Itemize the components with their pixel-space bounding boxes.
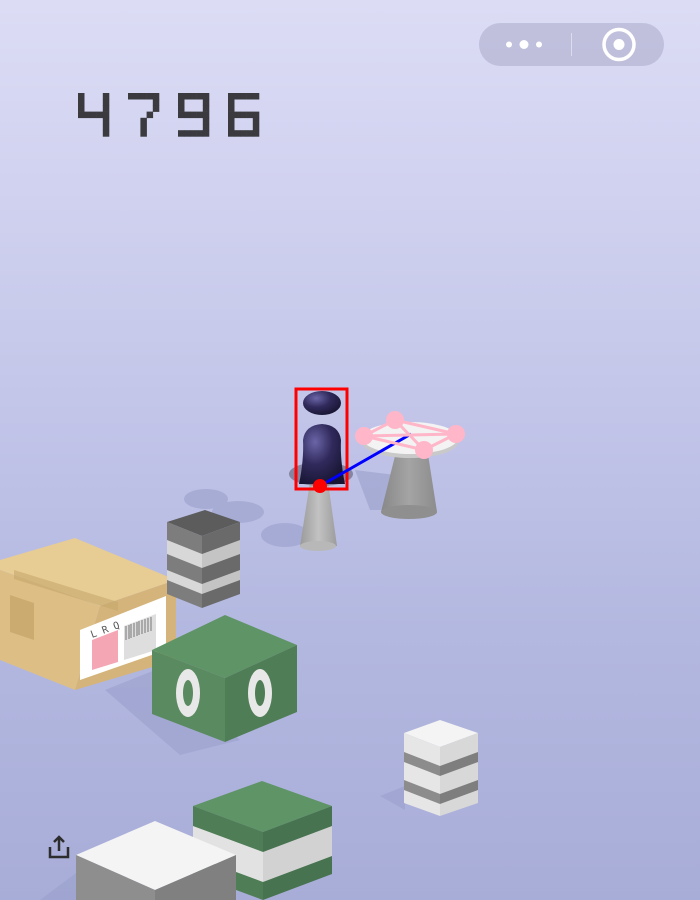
cardboard-box: L R Q xyxy=(0,538,176,690)
game-scene[interactable]: L R Q xyxy=(0,0,700,900)
share-button[interactable] xyxy=(44,833,74,863)
grey-striped-block xyxy=(167,510,240,608)
share-upload-icon xyxy=(48,835,70,859)
player-anchor-point xyxy=(313,479,327,493)
white-striped-block xyxy=(404,720,478,816)
